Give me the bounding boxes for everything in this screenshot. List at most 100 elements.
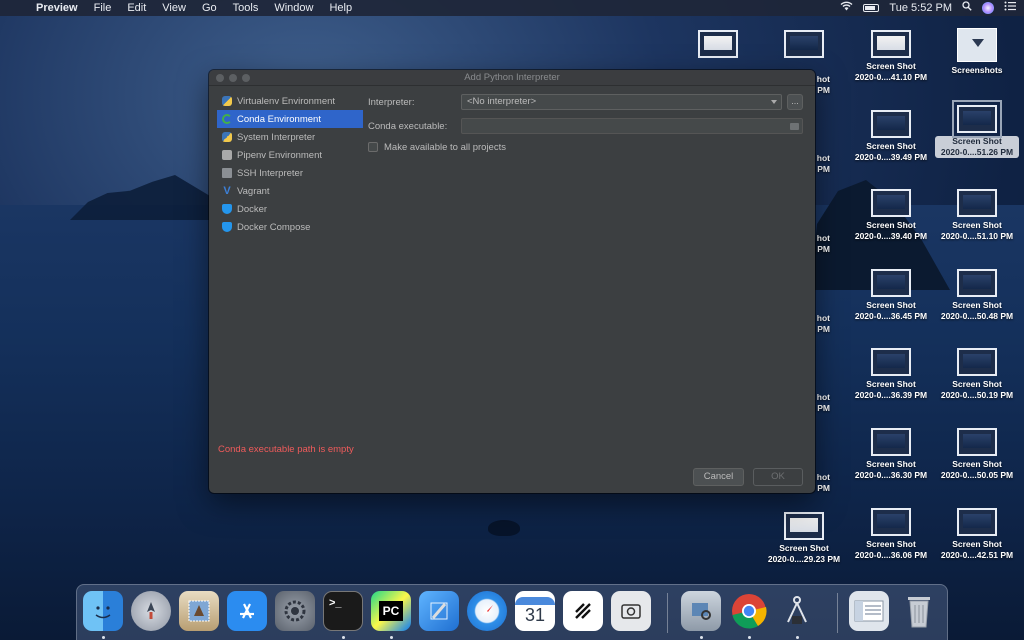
ssh-icon bbox=[222, 168, 232, 178]
python-icon bbox=[222, 132, 232, 142]
folder-browse-icon[interactable] bbox=[790, 123, 799, 130]
running-indicator bbox=[796, 636, 799, 639]
screenshots-folder-icon[interactable]: Screenshots bbox=[935, 28, 1019, 76]
chevron-down-icon bbox=[771, 100, 777, 104]
desktop-file-icon[interactable]: Screen Shot 2020-0....36.30 PM bbox=[849, 428, 933, 481]
menu-help[interactable]: Help bbox=[321, 0, 360, 16]
desktop-file-icon[interactable]: Screen Shot 2020-0....50.48 PM bbox=[935, 269, 1019, 322]
docker-compose-icon bbox=[222, 222, 232, 232]
sidebar-item-docker[interactable]: Docker bbox=[217, 200, 363, 218]
wifi-icon[interactable] bbox=[840, 0, 853, 16]
file-thumbnail bbox=[871, 428, 911, 456]
add-python-interpreter-dialog: Add Python Interpreter Virtualenv Enviro… bbox=[209, 70, 815, 493]
notification-center-icon[interactable] bbox=[1004, 0, 1016, 16]
make-available-label[interactable]: Make available to all projects bbox=[384, 142, 506, 153]
running-indicator bbox=[102, 636, 105, 639]
desktop-file-icon-selected[interactable]: Screen Shot 2020-0....51.26 PM bbox=[935, 100, 1019, 158]
xcode-icon[interactable] bbox=[419, 591, 459, 631]
pycharm-icon[interactable]: PC bbox=[371, 591, 411, 631]
sidebar-item-system[interactable]: System Interpreter bbox=[217, 128, 363, 146]
sidebar-item-docker-compose[interactable]: Docker Compose bbox=[217, 218, 363, 236]
dialog-titlebar[interactable]: Add Python Interpreter bbox=[209, 70, 815, 86]
conda-executable-row: Conda executable: bbox=[368, 117, 805, 135]
desktop-file-icon[interactable]: Screen Shot 2020-0....29.23 PM bbox=[762, 512, 846, 565]
menu-bar: Preview File Edit View Go Tools Window H… bbox=[0, 0, 1024, 16]
running-indicator bbox=[700, 636, 703, 639]
desktop-file-icon[interactable]: Screen Shot 2020-0....36.45 PM bbox=[849, 269, 933, 322]
desktop-file-icon[interactable] bbox=[676, 30, 760, 61]
file-thumbnail bbox=[698, 30, 738, 58]
desktop-file-icon[interactable]: Screen Shot 2020-0....51.10 PM bbox=[935, 189, 1019, 242]
sidebar-item-vagrant[interactable]: V Vagrant bbox=[217, 182, 363, 200]
spotlight-search-icon[interactable] bbox=[962, 0, 972, 16]
make-available-checkbox[interactable] bbox=[368, 142, 378, 152]
menu-app-name[interactable]: Preview bbox=[28, 0, 86, 16]
running-indicator bbox=[342, 636, 345, 639]
menu-tools[interactable]: Tools bbox=[225, 0, 267, 16]
conda-executable-label: Conda executable: bbox=[368, 120, 448, 132]
mail-stamp-icon[interactable] bbox=[179, 591, 219, 631]
menu-go[interactable]: Go bbox=[194, 0, 225, 16]
finder-icon[interactable] bbox=[83, 591, 123, 631]
file-thumbnail bbox=[871, 30, 911, 58]
app-store-icon[interactable] bbox=[227, 591, 267, 631]
file-thumbnail bbox=[871, 508, 911, 536]
file-thumbnail bbox=[957, 428, 997, 456]
menu-clock[interactable]: Tue 5:52 PM bbox=[889, 0, 952, 16]
menu-edit[interactable]: Edit bbox=[119, 0, 154, 16]
dock-separator bbox=[837, 593, 838, 633]
desktop-file-icon[interactable]: Screen Shot 2020-0....42.51 PM bbox=[935, 508, 1019, 561]
menu-file[interactable]: File bbox=[86, 0, 120, 16]
ok-button[interactable]: OK bbox=[753, 468, 803, 486]
pipenv-icon bbox=[222, 150, 232, 160]
desktop-file-icon[interactable]: Screen Shot 2020-0....50.05 PM bbox=[935, 428, 1019, 481]
desktop-file-icon[interactable]: Screen Shot 2020-0....36.06 PM bbox=[849, 508, 933, 561]
desktop-file-icon[interactable] bbox=[762, 30, 846, 61]
browse-interpreter-button[interactable]: ... bbox=[787, 94, 803, 110]
make-available-row: Make available to all projects bbox=[368, 138, 805, 156]
finder-window-icon[interactable] bbox=[849, 591, 889, 631]
running-indicator bbox=[390, 636, 393, 639]
menu-window[interactable]: Window bbox=[266, 0, 321, 16]
file-thumbnail bbox=[957, 508, 997, 536]
sidebar-item-ssh[interactable]: SSH Interpreter bbox=[217, 164, 363, 182]
vagrant-icon: V bbox=[223, 185, 231, 197]
desktop-file-icon[interactable]: Screen Shot 2020-0....41.10 PM bbox=[849, 30, 933, 83]
conda-executable-field[interactable] bbox=[461, 118, 803, 134]
screenshot-camera-icon[interactable] bbox=[611, 591, 651, 631]
pages-icon[interactable] bbox=[563, 591, 603, 631]
desktop-file-icon[interactable]: Screen Shot 2020-0....39.49 PM bbox=[849, 110, 933, 163]
battery-icon[interactable] bbox=[863, 4, 880, 12]
file-thumbnail bbox=[952, 100, 1002, 138]
validation-error-message: Conda executable path is empty bbox=[218, 444, 354, 455]
siri-icon[interactable] bbox=[982, 2, 994, 14]
file-thumbnail bbox=[871, 269, 911, 297]
calendar-icon[interactable]: 31 bbox=[515, 591, 555, 631]
cancel-button[interactable]: Cancel bbox=[693, 468, 744, 486]
chrome-icon[interactable] bbox=[729, 591, 769, 631]
file-thumbnail bbox=[784, 512, 824, 540]
dialog-title: Add Python Interpreter bbox=[464, 72, 560, 83]
dock: >_ PC 31 bbox=[76, 584, 948, 640]
terminal-icon[interactable]: >_ bbox=[323, 591, 363, 631]
wallpaper-island bbox=[70, 175, 220, 220]
preview-icon[interactable] bbox=[681, 591, 721, 631]
launchpad-icon[interactable] bbox=[131, 591, 171, 631]
sidebar-item-pipenv[interactable]: Pipenv Environment bbox=[217, 146, 363, 164]
system-preferences-gear-icon[interactable] bbox=[275, 591, 315, 631]
desktop-file-icon[interactable]: Screen Shot 2020-0....39.40 PM bbox=[849, 189, 933, 242]
interpreter-row: Interpreter: <No interpreter> ... bbox=[368, 93, 805, 111]
file-thumbnail bbox=[871, 348, 911, 376]
file-thumbnail bbox=[957, 189, 997, 217]
desktop-file-icon[interactable]: Screen Shot 2020-0....50.19 PM bbox=[935, 348, 1019, 401]
utility-tool-icon[interactable] bbox=[777, 591, 817, 631]
interpreter-label: Interpreter: bbox=[368, 96, 415, 108]
desktop-file-icon[interactable]: Screen Shot 2020-0....36.39 PM bbox=[849, 348, 933, 401]
sidebar-item-conda[interactable]: Conda Environment bbox=[217, 110, 363, 128]
sidebar-item-virtualenv[interactable]: Virtualenv Environment bbox=[217, 92, 363, 110]
safari-icon[interactable] bbox=[467, 591, 507, 631]
interpreter-select[interactable]: <No interpreter> bbox=[461, 94, 782, 110]
menu-view[interactable]: View bbox=[154, 0, 194, 16]
trash-icon[interactable] bbox=[899, 591, 939, 631]
file-thumbnail bbox=[957, 348, 997, 376]
